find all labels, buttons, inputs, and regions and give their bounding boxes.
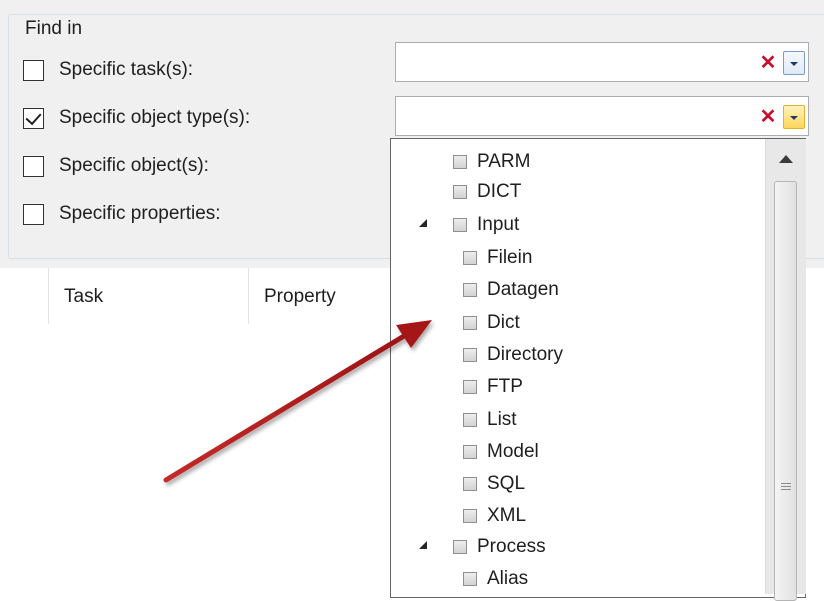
column-separator	[48, 268, 49, 324]
tree-item-label: PARM	[477, 151, 531, 172]
tree-checkbox[interactable]	[463, 316, 477, 330]
dropdown-button[interactable]	[783, 105, 805, 129]
column-separator	[248, 268, 249, 324]
tree-item-alias[interactable]: Alias	[463, 564, 528, 594]
tree-item-label: DICT	[477, 181, 522, 202]
specific-properties-option[interactable]: Specific properties:	[23, 201, 221, 227]
dropdown-scrollbar[interactable]	[765, 139, 806, 601]
column-header-task[interactable]: Task	[64, 286, 103, 308]
expand-triangle-icon[interactable]	[419, 219, 427, 227]
tree-checkbox[interactable]	[463, 348, 477, 362]
specific-properties-label: Specific properties:	[59, 203, 221, 224]
specific-objects-checkbox[interactable]	[23, 155, 44, 177]
tree-item-sql[interactable]: SQL	[463, 469, 525, 499]
specific-tasks-label: Specific task(s):	[59, 59, 194, 80]
tree-item-label: XML	[487, 505, 527, 526]
tree-item-directory[interactable]: Directory	[463, 340, 563, 370]
checkmark-icon	[25, 108, 42, 125]
grip-line	[781, 486, 791, 487]
tree-item-label: Alias	[487, 568, 529, 589]
grip-line	[781, 489, 791, 490]
tree-item-label: SQL	[487, 473, 526, 494]
scroll-up-arrow-icon[interactable]	[779, 155, 793, 163]
clear-icon[interactable]: ✕	[758, 53, 778, 73]
tree-item-xml[interactable]: XML	[463, 501, 526, 531]
tree-item-process[interactable]: Process	[453, 532, 546, 562]
specific-object-types-checkbox[interactable]	[23, 107, 44, 129]
chevron-down-icon	[790, 116, 798, 120]
expand-triangle-icon[interactable]	[419, 541, 427, 549]
tree-item-parm[interactable]: PARM	[453, 147, 530, 177]
tree-checkbox[interactable]	[453, 185, 467, 199]
tree-item-label: Process	[477, 536, 546, 557]
tree-item-ftp[interactable]: FTP	[463, 372, 523, 402]
specific-object-types-combo[interactable]: ✕	[395, 96, 809, 136]
tree-checkbox[interactable]	[453, 155, 467, 169]
tree-checkbox[interactable]	[463, 445, 477, 459]
tree-checkbox[interactable]	[463, 477, 477, 491]
tree-item-label: Datagen	[487, 279, 559, 300]
specific-tasks-option[interactable]: Specific task(s):	[23, 57, 193, 83]
tree-checkbox[interactable]	[463, 380, 477, 394]
tree-item-list[interactable]: List	[463, 405, 517, 435]
grip-line	[781, 483, 791, 484]
specific-tasks-combo[interactable]: ✕	[395, 42, 809, 82]
clear-icon[interactable]: ✕	[758, 107, 778, 127]
tree-item-label: Filein	[487, 247, 533, 268]
tree-item-label: Dict	[487, 312, 520, 333]
tree-item-label: List	[487, 409, 517, 430]
tree-checkbox[interactable]	[463, 572, 477, 586]
tree-checkbox[interactable]	[463, 251, 477, 265]
tree-item-datagen[interactable]: Datagen	[463, 275, 559, 305]
tree-checkbox[interactable]	[453, 540, 467, 554]
specific-tasks-checkbox[interactable]	[23, 59, 44, 81]
tree-item-dict-upper[interactable]: DICT	[453, 177, 521, 207]
tree-item-model[interactable]: Model	[463, 437, 539, 467]
tree-item-label: Model	[487, 441, 539, 462]
chevron-down-icon	[790, 62, 798, 66]
find-in-title: Find in	[21, 18, 87, 40]
tree-checkbox[interactable]	[463, 283, 477, 297]
specific-object-types-option[interactable]: Specific object type(s):	[23, 105, 250, 131]
dropdown-button[interactable]	[783, 51, 805, 75]
tree-checkbox[interactable]	[463, 509, 477, 523]
specific-properties-checkbox[interactable]	[23, 203, 44, 225]
tree-item-label: Input	[477, 214, 520, 235]
column-header-property[interactable]: Property	[264, 286, 336, 308]
specific-objects-option[interactable]: Specific object(s):	[23, 153, 209, 179]
specific-object-types-label: Specific object type(s):	[59, 107, 251, 128]
specific-objects-label: Specific object(s):	[59, 155, 209, 176]
tree-item-filein[interactable]: Filein	[463, 243, 532, 273]
object-type-dropdown-list[interactable]	[390, 138, 806, 598]
tree-item-input[interactable]: Input	[453, 210, 519, 240]
tree-item-label: Directory	[487, 344, 564, 365]
tree-item-dict[interactable]: Dict	[463, 308, 520, 338]
tree-item-label: FTP	[487, 376, 523, 397]
scroll-thumb[interactable]	[774, 181, 797, 601]
tree-checkbox[interactable]	[453, 218, 467, 232]
tree-checkbox[interactable]	[463, 413, 477, 427]
